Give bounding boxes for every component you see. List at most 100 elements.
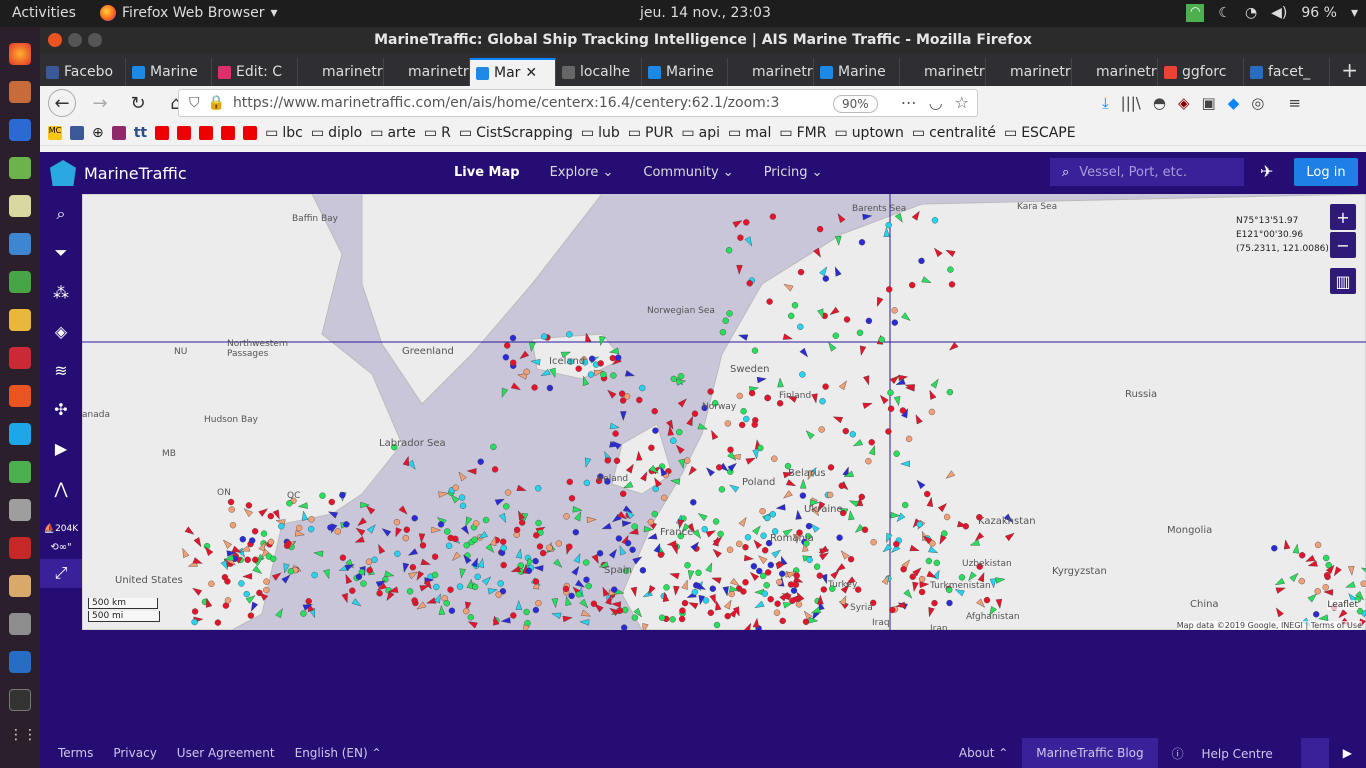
activities-button[interactable]: Activities <box>12 5 76 21</box>
vessel-marker[interactable] <box>751 347 759 354</box>
qgis-icon[interactable] <box>9 157 31 179</box>
vessel-marker[interactable] <box>742 544 749 551</box>
vessel-marker[interactable] <box>531 384 538 391</box>
vessel-marker[interactable] <box>406 588 414 595</box>
vessel-marker[interactable] <box>893 450 900 457</box>
vessel-marker[interactable] <box>905 435 913 443</box>
vessel-marker[interactable] <box>761 590 768 597</box>
fullscreen-icon[interactable]: ⤢ <box>40 558 82 589</box>
map-type-button[interactable]: ▥ <box>1330 268 1356 294</box>
vessel-marker[interactable] <box>307 525 315 533</box>
vessel-marker[interactable] <box>652 485 659 492</box>
vessel-marker[interactable] <box>795 601 803 608</box>
vessel-marker[interactable] <box>448 607 456 614</box>
vessel-marker[interactable] <box>916 521 923 528</box>
vessel-marker[interactable] <box>563 513 570 520</box>
maximize-window-button[interactable] <box>88 33 102 47</box>
browser-tab[interactable]: Mar ✕ <box>470 58 556 86</box>
lock-icon[interactable]: 🔒 <box>208 95 225 111</box>
bookmark-item[interactable]: ▭ ESCAPE <box>1004 125 1076 141</box>
vessel-search-input[interactable]: ⌕ Vessel, Port, etc. <box>1050 158 1244 186</box>
bookmark-item[interactable]: ▭ CistScrapping <box>459 125 573 141</box>
vessel-marker[interactable] <box>616 607 624 614</box>
login-button[interactable]: Log in <box>1294 158 1358 186</box>
menu-icon[interactable]: ≡ <box>1288 94 1301 112</box>
leaflet-link[interactable]: Leaflet <box>1327 600 1358 610</box>
facebook-icon[interactable] <box>70 125 84 140</box>
vessel-marker[interactable] <box>651 407 658 415</box>
vessel-marker[interactable] <box>764 569 772 576</box>
zoom-out-button[interactable]: − <box>1330 232 1356 258</box>
vessel-marker[interactable] <box>452 484 459 491</box>
vessel-marker[interactable] <box>349 587 356 594</box>
vessel-marker[interactable] <box>639 384 646 392</box>
vessel-marker[interactable] <box>958 574 966 581</box>
vessel-marker[interactable] <box>769 213 777 220</box>
vessel-marker[interactable] <box>566 543 573 550</box>
rss-icon[interactable] <box>9 461 31 483</box>
vessel-marker[interactable] <box>947 266 954 273</box>
vessel-marker[interactable] <box>651 510 658 518</box>
vessel-marker[interactable] <box>269 555 277 562</box>
vessel-marker[interactable] <box>624 539 632 547</box>
vessel-marker[interactable] <box>339 554 347 561</box>
forward-button[interactable]: → <box>86 89 114 117</box>
vessel-marker[interactable] <box>248 537 256 544</box>
vessel-marker[interactable] <box>779 617 786 625</box>
youtube-icon[interactable] <box>243 125 258 140</box>
browser-tab[interactable]: ggforc <box>1158 58 1244 86</box>
vessel-marker[interactable] <box>252 556 259 563</box>
skype-icon[interactable] <box>9 423 31 445</box>
browser-tab[interactable]: Marine <box>126 58 212 86</box>
vessel-marker[interactable] <box>791 302 799 309</box>
app-icon[interactable] <box>9 613 31 635</box>
vessel-marker[interactable] <box>621 624 628 630</box>
browser-tab[interactable]: Marine <box>814 58 900 86</box>
vessel-marker[interactable] <box>523 608 530 616</box>
vessel-marker[interactable] <box>701 526 708 533</box>
system-tray[interactable]: ◠ ☾ ◔ ◀) 96 % ▾ <box>1186 4 1358 22</box>
vessel-marker[interactable] <box>285 540 292 547</box>
vessel-marker[interactable] <box>583 479 591 487</box>
vessel-marker[interactable] <box>562 585 570 593</box>
vessel-marker[interactable] <box>500 538 507 545</box>
vessel-marker[interactable] <box>411 515 418 522</box>
vessel-marker[interactable] <box>251 528 259 535</box>
vessel-marker[interactable] <box>443 600 450 607</box>
vessel-marker[interactable] <box>525 567 533 574</box>
vessel-marker[interactable] <box>610 372 617 379</box>
vessel-marker[interactable] <box>756 567 763 575</box>
vessel-marker[interactable] <box>208 580 215 587</box>
youtube-icon[interactable] <box>155 125 170 140</box>
vessel-marker[interactable] <box>887 389 894 396</box>
vessel-marker[interactable] <box>1314 541 1322 549</box>
vessel-marker[interactable] <box>861 526 869 533</box>
vessel-marker[interactable] <box>858 239 866 246</box>
vessel-marker[interactable] <box>319 492 326 499</box>
vessel-marker[interactable] <box>759 508 766 515</box>
vessel-marker[interactable] <box>816 225 824 233</box>
vessel-marker[interactable] <box>371 556 378 563</box>
browser-tab[interactable]: marinetra <box>728 58 814 86</box>
vessel-marker[interactable] <box>629 546 636 553</box>
vessel-marker[interactable] <box>463 607 470 615</box>
vessel-marker[interactable] <box>695 569 702 576</box>
vessel-marker[interactable] <box>918 575 926 583</box>
vessel-marker[interactable] <box>918 257 925 265</box>
vessel-marker[interactable] <box>943 513 951 521</box>
monitor-icon[interactable] <box>9 689 31 711</box>
vessel-marker[interactable] <box>239 536 247 543</box>
vessel-marker[interactable] <box>727 446 734 454</box>
vessel-marker[interactable] <box>669 616 676 623</box>
footer-link[interactable]: English (EN) ⌃ <box>295 746 382 760</box>
vessel-marker[interactable] <box>541 333 548 340</box>
vessel-marker[interactable] <box>717 530 724 538</box>
vessel-marker[interactable] <box>618 390 626 397</box>
vessel-marker[interactable] <box>535 519 542 527</box>
vessel-marker[interactable] <box>566 331 573 338</box>
vessel-marker[interactable] <box>886 286 893 293</box>
refresh-timer[interactable]: ⟲∞" <box>50 542 71 553</box>
menu-explore[interactable]: Explore ⌄ <box>550 165 614 180</box>
vessel-marker[interactable] <box>724 612 731 620</box>
globe-icon[interactable]: ⊕ <box>92 125 104 141</box>
